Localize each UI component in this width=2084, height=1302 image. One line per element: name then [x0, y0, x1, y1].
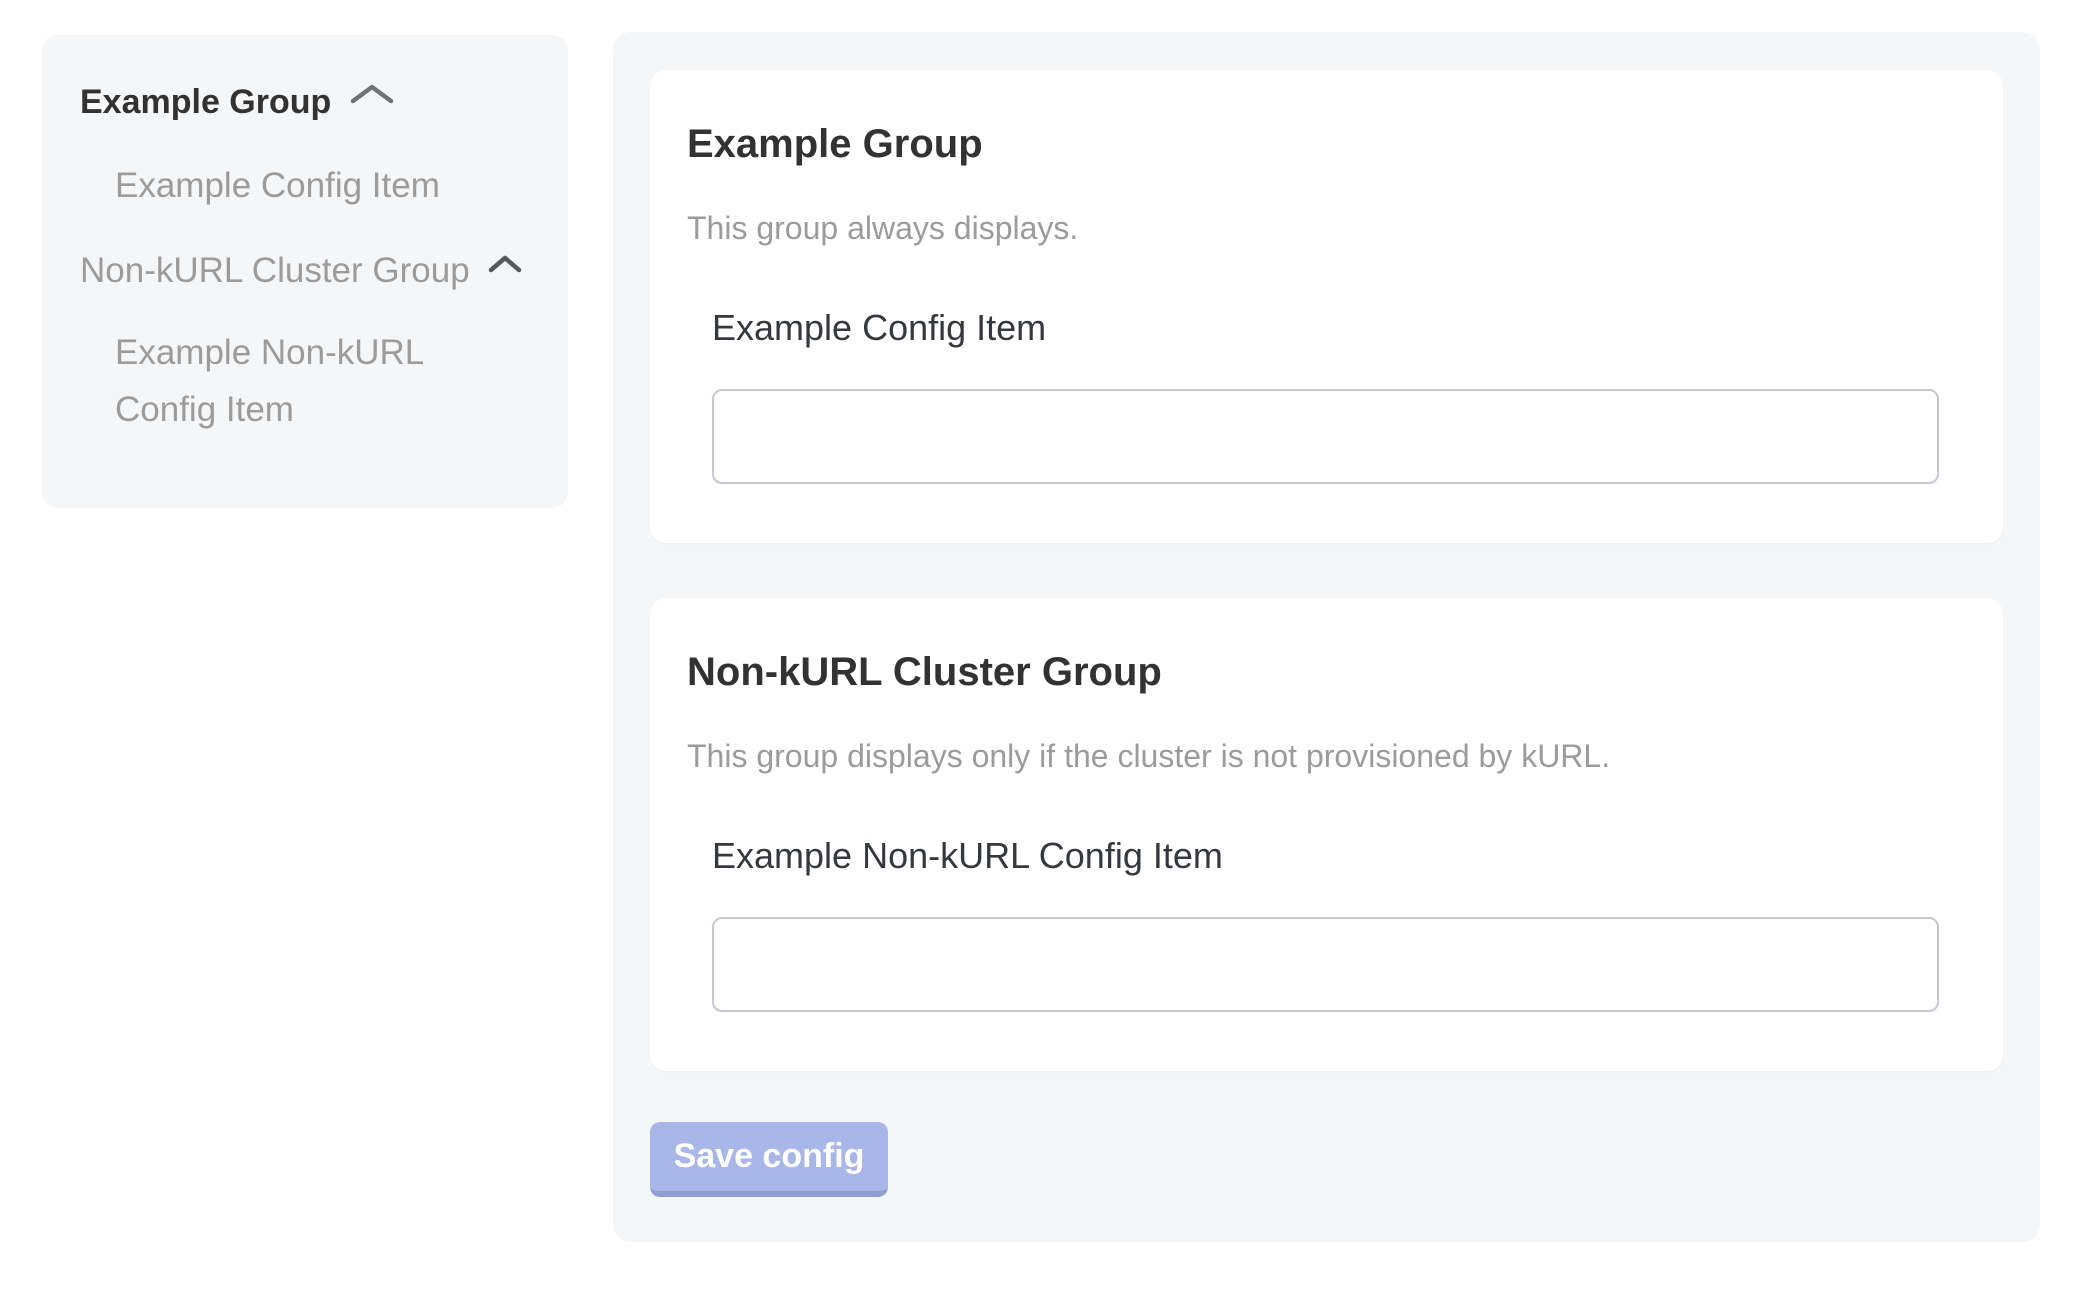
group-description: This group displays only if the cluster …: [687, 733, 1966, 779]
config-item-label: Example Non-kURL Config Item: [712, 831, 1966, 881]
sidebar-group-label: Non-kURL Cluster Group: [80, 246, 470, 296]
config-group-card-non-kurl-cluster-group: Non-kURL Cluster Group This group displa…: [650, 598, 2003, 1071]
sidebar-group-label: Example Group: [80, 77, 331, 127]
config-item-input-example[interactable]: [712, 389, 1939, 484]
config-group-card-example-group: Example Group This group always displays…: [650, 70, 2003, 543]
sidebar-item-example-non-kurl-config-item[interactable]: Example Non-kURL Config Item: [115, 324, 460, 438]
config-nav-sidebar: Example Group Example Config Item Non-kU…: [42, 35, 568, 508]
chevron-up-icon[interactable]: [488, 246, 522, 296]
sidebar-group-example-group[interactable]: Example Group: [80, 77, 530, 127]
config-item-input-non-kurl[interactable]: [712, 917, 1939, 1012]
group-title: Example Group: [687, 115, 1966, 173]
chevron-up-icon[interactable]: [349, 77, 395, 127]
save-config-button[interactable]: Save config: [650, 1122, 888, 1197]
config-panel: Example Group This group always displays…: [613, 32, 2040, 1242]
group-description: This group always displays.: [687, 205, 1966, 251]
config-item-label: Example Config Item: [712, 303, 1966, 353]
sidebar-group-non-kurl-cluster-group[interactable]: Non-kURL Cluster Group: [80, 246, 530, 296]
sidebar-item-example-config-item[interactable]: Example Config Item: [115, 157, 460, 214]
group-title: Non-kURL Cluster Group: [687, 643, 1966, 701]
